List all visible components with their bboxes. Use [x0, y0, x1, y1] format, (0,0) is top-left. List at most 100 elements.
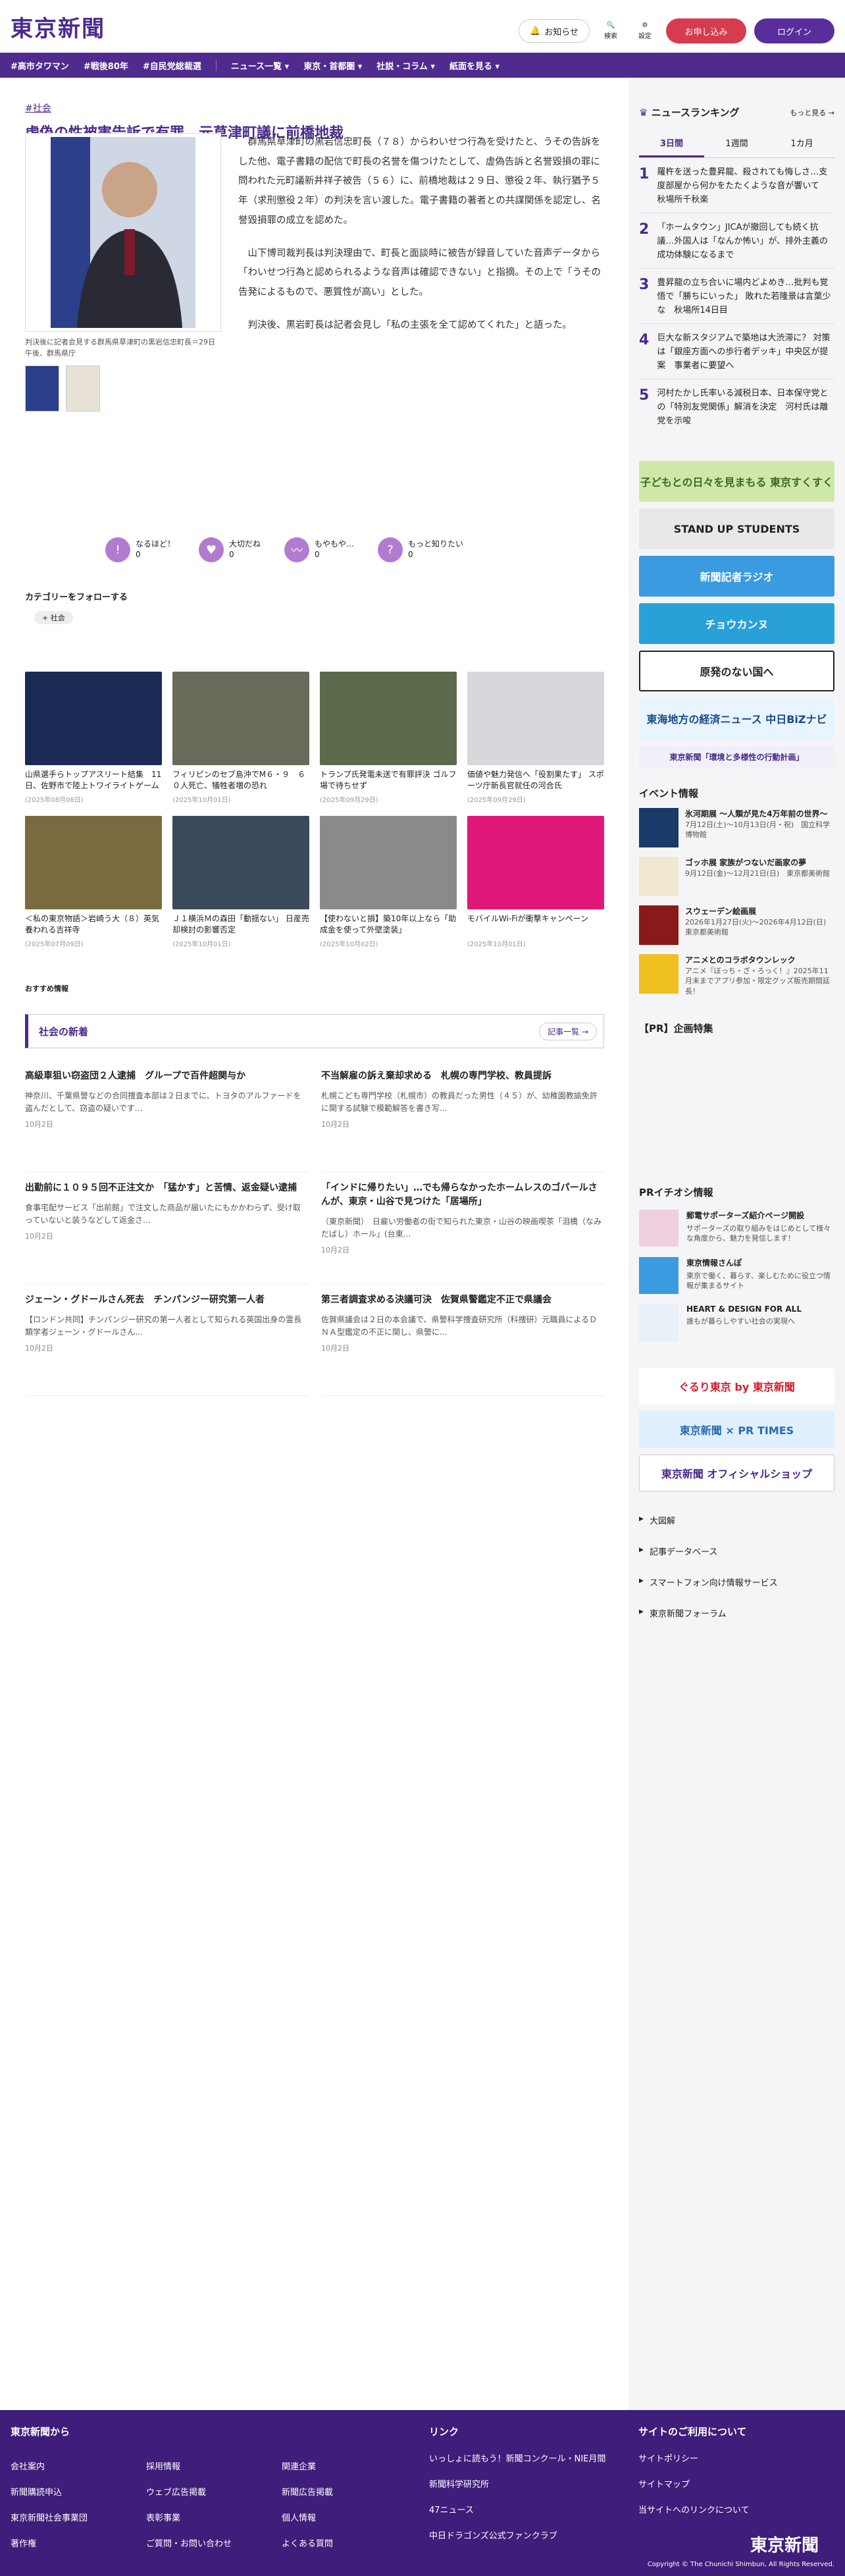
nav-item[interactable]: #戦後80年 — [84, 59, 128, 72]
banner-biznavi[interactable]: 東海地方の経済ニュース 中日BiZナビ — [639, 698, 834, 739]
tab-1week[interactable]: 1週間 — [704, 130, 769, 157]
banner-diversity[interactable]: 東京新聞「環境と多様性の行動計画」 — [639, 745, 834, 768]
banner-chokanu[interactable]: チョウカンヌ — [639, 603, 834, 644]
nav-item[interactable]: 東京・首都圏 ▾ — [303, 59, 362, 72]
news-item[interactable]: 不当解雇の訴え棄却求める 札幌の専門学校、教員提訴 札幌こども専門学校（札幌市）の… — [321, 1060, 604, 1172]
banner-genpatsu[interactable]: 原発のない国へ — [639, 651, 834, 691]
footer-link[interactable]: 47ニュース — [429, 2503, 605, 2515]
heart-icon: ♥ — [199, 537, 224, 562]
footer-logo[interactable]: 東京新聞 — [750, 2532, 819, 2556]
reaction-taisetsu[interactable]: ♥ 大切だね 0 — [199, 537, 261, 562]
nav-item[interactable]: ニュース一覧 ▾ — [231, 59, 289, 72]
pr-item[interactable]: 郵電サポーターズ紹介ページ開設 サポーターズの取り組みをはじめとして様々な角度から… — [639, 1210, 834, 1247]
news-item[interactable]: ジェーン・グドールさん死去 チンパンジー研究第一人者 【ロンドン共同】チンパンジー… — [25, 1284, 308, 1396]
related-card[interactable]: Ｊ１横浜Ｍの森田「動揺ない」 日産売却検討の影響否定 (2025年10月01日) — [172, 816, 309, 948]
footer-link[interactable]: 中日ドラゴンズ公式ファンクラブ — [429, 2529, 605, 2541]
footer-link[interactable]: 採用情報 — [146, 2459, 282, 2472]
footer-link[interactable]: 当サイトへのリンクについて — [638, 2503, 750, 2515]
event-item[interactable]: ゴッホ展 家族がつないだ画家の夢 9月12日(金)～12月21日(日) 東京都美術… — [639, 857, 834, 898]
photo-thumb[interactable] — [66, 365, 100, 412]
pr-heading: 【PR】企画特集 — [639, 1023, 713, 1034]
news-item[interactable]: 高級車狙い窃盗団２人逮捕 グループで百件超関与か 神奈川、千葉県警などの合同捜査本… — [25, 1060, 308, 1172]
latest-heading-box: 社会の新着 記事一覧 → — [25, 1014, 604, 1048]
apply-button[interactable]: お申し込み — [666, 18, 746, 43]
ranking-more[interactable]: もっと見る → — [790, 107, 834, 118]
ranking-item[interactable]: 1 羅杵を送った豊昇龍、殺されても悔しさ…支度部屋から何かをたたくような音が響いて… — [639, 158, 834, 213]
ranking-item[interactable]: 3 豊昇龍の立ち合いに場内どよめき…批判も覚悟で「勝ちにいった」 敗れた若隆景は言… — [639, 269, 834, 324]
banner-prtimes[interactable]: 東京新聞 × PR TIMES — [639, 1411, 834, 1448]
card-image — [172, 672, 309, 765]
banner-sukusuku[interactable]: 子どもとの日々を見まもる 東京すくすく — [639, 461, 834, 502]
search-button[interactable]: 🔍 検索 — [598, 22, 624, 40]
reaction-motto[interactable]: ? もっと知りたい 0 — [378, 537, 463, 562]
event-item[interactable]: スウェーデン絵画展 2026年1月27日(火)～2026年4月12日(日) 東京都… — [639, 905, 834, 946]
news-item[interactable]: 出勤前に１０９５回不正注文か 「猛かす」と苦情、返金疑い逮捕 食事宅配サービス「出… — [25, 1172, 308, 1284]
footer-link[interactable]: よくある質問 — [282, 2536, 417, 2549]
related-card[interactable]: フィリピンのセブ島沖でM６・９ ６０人死亡、犠牲者増の恐れ (2025年10月01… — [172, 672, 309, 804]
related-card[interactable]: 【使わないと損】築10年以上なら「助成金を使って外壁塗装」 (2025年10月02… — [320, 816, 457, 948]
latest-more-button[interactable]: 記事一覧 → — [539, 1022, 597, 1040]
footer-link[interactable]: サイトポリシー — [638, 2452, 750, 2464]
ranking-item[interactable]: 2 「ホームタウン」JICAが撤回しても続く抗議…外国人は「なんか怖い」が、排外主… — [639, 213, 834, 269]
related-card[interactable]: モバイルWi-Fiが衝撃キャンペーン (2025年10月01日) — [467, 816, 604, 948]
footer-link[interactable]: サイトマップ — [638, 2477, 750, 2490]
sidebar-link[interactable]: 大図解 — [639, 1505, 834, 1536]
tab-1month[interactable]: 1カ月 — [769, 130, 834, 157]
footer-link[interactable]: 新聞広告掲載 — [282, 2485, 417, 2498]
pr-image — [639, 1304, 679, 1341]
banner-standup[interactable]: STAND UP STUDENTS — [639, 508, 834, 549]
related-card[interactable]: 価値や魅力発信へ「役割果たす」 スポーツ庁新長官就任の河合氏 (2025年09月2… — [467, 672, 604, 804]
nav-item[interactable]: 紙面を見る ▾ — [449, 59, 499, 72]
pr-item[interactable]: HEART & DESIGN FOR ALL 誰もが暮らしやすい社会の実現へ — [639, 1304, 834, 1341]
related-card[interactable]: 山県選手らトップアスリート結集 11日、佐野市で陸上トワイライトゲームズ 入場無… — [25, 672, 162, 804]
nav-item[interactable]: #自民党総裁選 — [143, 59, 201, 72]
footer-link[interactable]: 東京新聞社会事業団 — [11, 2511, 146, 2523]
pr-image — [639, 1210, 679, 1247]
banner-radio[interactable]: 新聞記者ラジオ — [639, 556, 834, 597]
footer-link[interactable]: ウェブ広告掲載 — [146, 2485, 282, 2498]
ranking-item[interactable]: 5 河村たかし氏率いる減税日本、日本保守党との「特別友党関係」解消を決定 河村氏は… — [639, 379, 834, 435]
article-figure: 判決後に記者会見する群馬県草津町の黒岩信忠町長＝29日午後、群馬県庁 — [25, 133, 221, 412]
footer-link[interactable]: 新聞購読申込 — [11, 2485, 146, 2498]
settings-button[interactable]: ⚙ 設定 — [632, 22, 658, 40]
footer-link[interactable]: 関連企業 — [282, 2459, 417, 2472]
footer-link[interactable]: 表彰事業 — [146, 2511, 282, 2523]
pr-item[interactable]: 東京情報さんぽ 東京で働く、暮らす、楽しむために役立つ情報が集まるサイト — [639, 1257, 834, 1294]
event-item[interactable]: アニメとのコラボタウンレック アニメ『ぼっち・ざ・ろっく！』2025年11月末まで… — [639, 954, 834, 996]
footer-link[interactable]: いっしょに読もう！新聞コンクール・NIE月間 — [429, 2452, 605, 2464]
news-item[interactable]: 「インドに帰りたい」…でも帰らなかったホームレスのゴパールさんが、東京・山谷で見… — [321, 1172, 604, 1284]
card-image — [467, 816, 604, 909]
footer-link[interactable]: 著作権 — [11, 2536, 146, 2549]
related-card[interactable]: ＜私の東京物語＞岩崎う大（８）英気養われる吉祥寺 (2025年07月09日) — [25, 816, 162, 948]
nav-item[interactable]: #高市タワマン — [11, 59, 69, 72]
reaction-moyamoya[interactable]: 〰もやもや… 0 — [284, 537, 354, 562]
site-logo[interactable]: 東京新聞 — [11, 11, 105, 43]
sidebar-link[interactable]: 東京新聞フォーラム — [639, 1597, 834, 1628]
footer-link[interactable]: 会社案内 — [11, 2459, 146, 2472]
footer-link[interactable]: 個人情報 — [282, 2511, 417, 2523]
sidebar-link[interactable]: スマートフォン向け情報サービス — [639, 1567, 834, 1597]
reaction-naruhodo[interactable]: ! なるほど！ 0 — [105, 537, 175, 562]
article-tag[interactable]: #社会 — [25, 101, 603, 115]
photo-thumb[interactable] — [25, 365, 59, 412]
banner-shop[interactable]: 東京新聞 オフィシャルショップ — [639, 1455, 834, 1491]
footer-link[interactable]: 新聞科学研究所 — [429, 2477, 605, 2490]
site-header: 東京新聞 🔔 お知らせ 🔍 検索 ⚙ 設定 お申し込み ログイン — [0, 0, 845, 53]
card-image — [172, 816, 309, 909]
card-image — [320, 816, 457, 909]
nav-item[interactable]: 社説・コラム ▾ — [376, 59, 435, 72]
news-item[interactable]: 第三者調査求める決議可決 佐賀県警鑑定不正で県議会 佐賀県議会は２日の本会議で、県… — [321, 1284, 604, 1396]
event-item[interactable]: 氷河期展 ～人類が見た4万年前の世界～ 7月12日(土)～10月13日(月・祝) … — [639, 808, 834, 849]
article-photo[interactable] — [25, 133, 221, 332]
notice-button[interactable]: 🔔 お知らせ — [519, 19, 590, 43]
follow-chip[interactable]: + 社会 — [34, 611, 73, 624]
banner-gururi[interactable]: ぐるり東京 by 東京新聞 — [639, 1368, 834, 1405]
footer-link[interactable]: ご質問・お問い合わせ — [146, 2536, 282, 2549]
tab-3days[interactable]: 3日間 — [639, 130, 704, 157]
ranking-item[interactable]: 4 巨大な新スタジアムで築地は大渋滞に？ 対策は「銀座方面への歩行者デッキ」中央区… — [639, 324, 834, 379]
sidebar-link[interactable]: 記事データベース — [639, 1536, 834, 1567]
question-icon: ? — [378, 537, 403, 562]
related-card[interactable]: トランプ氏発電未送で有罪評決 ゴルフ場で待ちせず (2025年09月29日) — [320, 672, 457, 804]
footer-col-1: 東京新聞から 会社案内 採用情報 関連企業 新聞購読申込 ウェブ広告掲載 新聞広… — [11, 2425, 417, 2549]
login-button[interactable]: ログイン — [754, 18, 834, 43]
